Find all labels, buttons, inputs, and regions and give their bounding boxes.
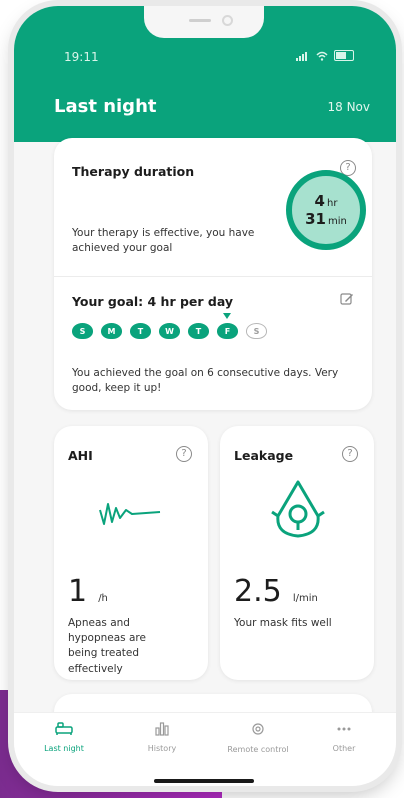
tab-remote-control[interactable]: Remote control — [218, 721, 298, 754]
wifi-icon — [316, 51, 328, 61]
home-indicator — [154, 779, 254, 783]
therapy-hours: 4 — [314, 192, 325, 210]
page-title: Last night — [54, 96, 157, 117]
battery-icon — [334, 50, 354, 61]
leakage-value: 2.5 — [234, 574, 282, 609]
status-bar: 19:11 — [14, 50, 396, 70]
therapy-card: Therapy duration ? 4 hr 31 min Your ther… — [54, 138, 372, 410]
bed-icon — [55, 722, 73, 735]
tab-last-night-label: Last night — [44, 744, 84, 753]
tab-history[interactable]: History — [122, 721, 202, 753]
therapy-minutes-unit: min — [328, 216, 347, 227]
notch — [144, 6, 264, 38]
mask-icon — [271, 480, 325, 538]
therapy-title: Therapy duration — [72, 164, 195, 179]
leakage-card[interactable]: Leakage ? 2.5 l/min Your mask fits well — [220, 426, 374, 680]
tab-other[interactable]: Other — [304, 721, 384, 753]
goal-day-2: T — [130, 323, 151, 339]
phone-screen: 19:11 Last night 18 Nov Therapy duration… — [14, 6, 396, 786]
goal-day-3: W — [159, 323, 180, 339]
goal-title: Your goal: 4 hr per day — [72, 294, 234, 309]
ahi-title: AHI — [68, 448, 93, 463]
ahi-message: Apneas and hypopneas are being treated e… — [68, 617, 146, 675]
goal-message: You achieved the goal on 6 consecutive d… — [72, 367, 339, 395]
ahi-unit: /h — [98, 593, 108, 604]
tab-bar: Last night History Remote control Other — [14, 712, 396, 786]
signal-icon — [296, 51, 310, 61]
bar-chart-icon — [155, 722, 169, 736]
tab-history-label: History — [147, 744, 177, 753]
current-day-marker — [223, 313, 231, 319]
edit-icon[interactable] — [340, 292, 354, 306]
tab-last-night[interactable]: Last night — [24, 721, 104, 753]
goal-day-6: S — [246, 323, 267, 339]
goal-day-label: M — [107, 326, 116, 336]
more-icon — [337, 727, 351, 731]
goal-week: SMTWTFS — [72, 313, 267, 339]
goal-day-4: T — [188, 323, 209, 339]
ahi-value: 1 — [68, 574, 88, 609]
leakage-unit: l/min — [292, 593, 318, 604]
goal-day-label: F — [224, 326, 231, 336]
status-time: 19:11 — [64, 50, 99, 64]
therapy-minutes: 31 — [305, 210, 326, 228]
goal-day-label: T — [137, 326, 144, 336]
goal-day-label: T — [195, 326, 202, 336]
goal-day-label: W — [165, 326, 174, 336]
tab-remote-control-label: Remote control — [227, 745, 289, 754]
goal-day-1: M — [101, 323, 122, 339]
goal-day-0: S — [72, 323, 93, 339]
therapy-message: Your therapy is effective, you have achi… — [72, 227, 255, 255]
leakage-help-icon[interactable]: ? — [342, 446, 358, 462]
tab-other-label: Other — [332, 744, 356, 753]
ahi-waveform-icon — [99, 503, 161, 525]
date-label: 18 Nov — [327, 100, 370, 114]
therapy-duration-ring: 4 hr 31 min — [286, 170, 366, 250]
leakage-title: Leakage — [234, 448, 294, 463]
leakage-message: Your mask fits well — [234, 617, 332, 629]
card-divider — [54, 276, 372, 277]
goal-day-label: S — [79, 326, 86, 336]
therapy-hours-unit: hr — [326, 198, 338, 209]
goal-day-5: F — [217, 313, 238, 339]
settings-icon — [252, 723, 264, 735]
header-bar: 19:11 Last night 18 Nov — [14, 6, 396, 142]
goal-day-label: S — [253, 326, 260, 336]
ahi-card[interactable]: AHI ? 1 /h Apneas and hypopneas are bein… — [54, 426, 208, 680]
status-icons — [296, 50, 354, 61]
ahi-help-icon[interactable]: ? — [176, 446, 192, 462]
